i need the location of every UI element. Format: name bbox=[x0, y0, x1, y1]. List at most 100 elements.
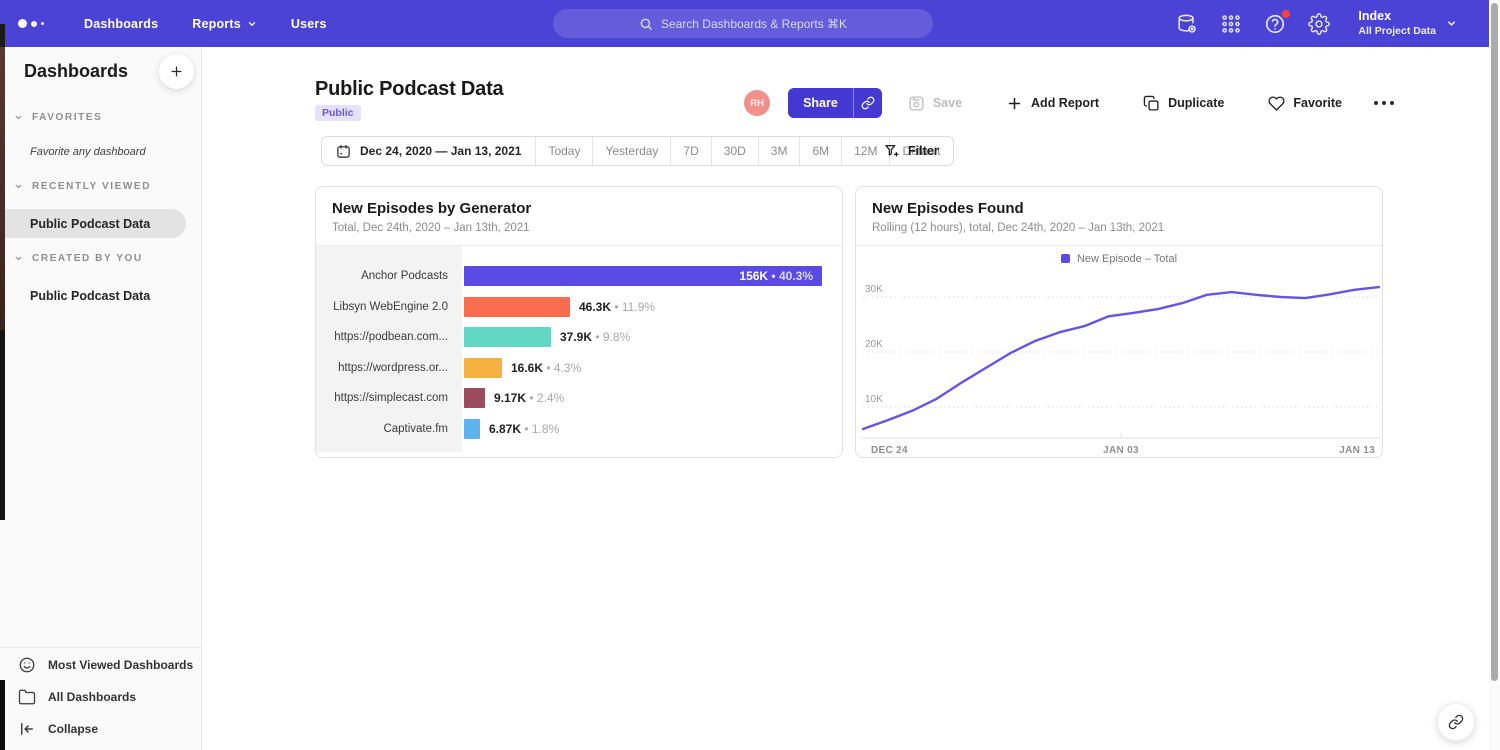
filter-button[interactable]: Filter bbox=[884, 136, 939, 166]
date-preset-6m[interactable]: 6M bbox=[799, 137, 841, 165]
scrollbar-track bbox=[1489, 0, 1500, 750]
bar bbox=[464, 388, 485, 408]
screen-edge-strip bbox=[0, 330, 5, 520]
card-subtitle: Rolling (12 hours), total, Dec 24th, 202… bbox=[872, 222, 1366, 234]
most-viewed-dashboards-button[interactable]: Most Viewed Dashboards bbox=[18, 656, 193, 674]
date-preset-30d[interactable]: 30D bbox=[711, 137, 758, 165]
plus-icon bbox=[1006, 95, 1023, 112]
bar-row: https://wordpress.or...16.6K • 4.3% bbox=[316, 353, 842, 384]
add-report-button[interactable]: Add Report bbox=[1006, 95, 1099, 112]
search-placeholder: Search Dashboards & Reports ⌘K bbox=[661, 17, 847, 31]
bar-row: Captivate.fm6.87K • 1.8% bbox=[316, 414, 842, 445]
line-chart: 10K20K30KDEC 24JAN 03JAN 13 bbox=[861, 271, 1381, 457]
copy-icon bbox=[1143, 95, 1160, 112]
nav-reports[interactable]: Reports bbox=[192, 17, 257, 31]
bar-category-label: Captivate.fm bbox=[316, 423, 462, 435]
bar bbox=[464, 327, 551, 347]
bar-row: https://simplecast.com 9.17K • 2.4% bbox=[316, 383, 842, 414]
save-button[interactable]: Save bbox=[908, 95, 962, 112]
chevron-down-icon bbox=[1446, 18, 1457, 29]
chevron-down-icon bbox=[14, 254, 23, 263]
date-preset-7d[interactable]: 7D bbox=[670, 137, 710, 165]
favorite-button[interactable]: Favorite bbox=[1268, 95, 1342, 112]
heart-icon bbox=[1268, 95, 1285, 112]
app-logo[interactable] bbox=[18, 19, 60, 28]
bar-chart: Anchor Podcasts156K • 40.3% Libsyn WebEng… bbox=[316, 246, 842, 458]
card-new-episodes-found: New Episodes Found Rolling (12 hours), t… bbox=[855, 186, 1383, 458]
bar-value-label: 37.9K • 9.8% bbox=[560, 330, 630, 344]
notification-badge bbox=[1282, 10, 1290, 18]
date-preset-yesterday[interactable]: Yesterday bbox=[592, 137, 670, 165]
bar-category-label: Anchor Podcasts bbox=[316, 270, 462, 282]
top-navbar: Dashboards Reports Users Search Dashboar… bbox=[0, 0, 1489, 47]
svg-text:JAN 13: JAN 13 bbox=[1339, 445, 1375, 456]
scrollbar-thumb[interactable] bbox=[1491, 3, 1498, 681]
visibility-badge: Public bbox=[315, 105, 361, 121]
screen-edge-strip bbox=[0, 24, 5, 47]
svg-text:10K: 10K bbox=[865, 394, 883, 405]
main-content: Public Podcast Data Public RH Share Save… bbox=[202, 47, 1489, 750]
duplicate-button[interactable]: Duplicate bbox=[1143, 95, 1224, 112]
workspace-switcher[interactable]: Index All Project Data bbox=[1358, 9, 1457, 38]
sidebar: Dashboards FAVORITES Favorite any dashbo… bbox=[0, 47, 202, 750]
avatar[interactable]: RH bbox=[744, 90, 770, 116]
data-sources-icon[interactable] bbox=[1176, 13, 1198, 35]
bar-value-label: 46.3K • 11.9% bbox=[579, 300, 655, 314]
nav-users[interactable]: Users bbox=[291, 17, 327, 31]
chevron-down-icon bbox=[14, 113, 23, 122]
svg-text:DEC 24: DEC 24 bbox=[871, 445, 908, 456]
bar: 156K • 40.3% bbox=[464, 266, 822, 286]
sidebar-title: Dashboards bbox=[24, 61, 128, 82]
bar-category-label: https://simplecast.com bbox=[316, 392, 462, 404]
plus-icon bbox=[169, 64, 184, 79]
settings-gear-icon[interactable] bbox=[1308, 13, 1330, 35]
bar-category-label: Libsyn WebEngine 2.0 bbox=[316, 301, 462, 313]
search-input[interactable]: Search Dashboards & Reports ⌘K bbox=[553, 9, 933, 38]
collapse-icon bbox=[18, 720, 36, 738]
nav-dashboards[interactable]: Dashboards bbox=[84, 17, 158, 31]
card-new-episodes-by-generator: New Episodes by Generator Total, Dec 24t… bbox=[315, 186, 843, 458]
section-favorites[interactable]: FAVORITES bbox=[14, 112, 102, 123]
workspace-scope: All Project Data bbox=[1358, 25, 1436, 38]
link-icon bbox=[1448, 714, 1464, 730]
share-link-button[interactable] bbox=[853, 88, 882, 118]
chevron-down-icon bbox=[247, 19, 257, 29]
bar bbox=[464, 358, 502, 378]
bar-row: Anchor Podcasts156K • 40.3% bbox=[316, 261, 842, 292]
date-range-picker[interactable]: Dec 24, 2020 — Jan 13, 2021 bbox=[322, 137, 535, 165]
chevron-down-icon bbox=[14, 182, 23, 191]
add-dashboard-button[interactable] bbox=[159, 54, 194, 89]
more-options-button[interactable] bbox=[1374, 101, 1394, 105]
copy-link-fab[interactable] bbox=[1437, 703, 1475, 741]
date-preset-today[interactable]: Today bbox=[535, 137, 592, 165]
header-actions: RH Share Save Add Report Duplicate Favor… bbox=[744, 88, 1394, 118]
sidebar-item-public-podcast-data[interactable]: Public Podcast Data bbox=[0, 209, 186, 238]
section-recently-viewed[interactable]: RECENTLY VIEWED bbox=[14, 181, 151, 192]
bar-row: https://podbean.com... 37.9K • 9.8% bbox=[316, 322, 842, 353]
bar bbox=[464, 419, 480, 439]
sidebar-item-public-podcast-data-2[interactable]: Public Podcast Data bbox=[0, 281, 186, 310]
sidebar-footer: Most Viewed Dashboards All Dashboards Co… bbox=[0, 647, 201, 750]
bar bbox=[464, 297, 570, 317]
card-title: New Episodes by Generator bbox=[332, 200, 826, 217]
help-icon[interactable] bbox=[1264, 13, 1286, 35]
collapse-sidebar-button[interactable]: Collapse bbox=[18, 720, 98, 738]
workspace-name: Index bbox=[1358, 9, 1436, 25]
page-title: Public Podcast Data bbox=[315, 78, 503, 101]
smiley-icon bbox=[18, 656, 36, 674]
section-created-by-you[interactable]: CREATED BY YOU bbox=[14, 253, 143, 264]
legend-label: New Episode – Total bbox=[1077, 253, 1177, 265]
date-range-bar: Dec 24, 2020 — Jan 13, 2021 TodayYesterd… bbox=[321, 136, 954, 166]
date-preset-3m[interactable]: 3M bbox=[758, 137, 800, 165]
apps-grid-icon[interactable] bbox=[1220, 13, 1242, 35]
share-button[interactable]: Share bbox=[788, 88, 853, 118]
bar-value-label: 9.17K • 2.4% bbox=[494, 391, 564, 405]
bar-category-label: https://podbean.com... bbox=[316, 331, 462, 343]
date-preset-12m[interactable]: 12M bbox=[841, 137, 889, 165]
chart-legend: New Episode – Total bbox=[856, 246, 1382, 271]
favorites-empty-hint: Favorite any dashboard bbox=[30, 146, 146, 158]
bar-category-label: https://wordpress.or... bbox=[316, 362, 462, 374]
all-dashboards-button[interactable]: All Dashboards bbox=[18, 688, 136, 706]
screen-edge-strip bbox=[0, 680, 5, 750]
folder-icon bbox=[18, 688, 36, 706]
